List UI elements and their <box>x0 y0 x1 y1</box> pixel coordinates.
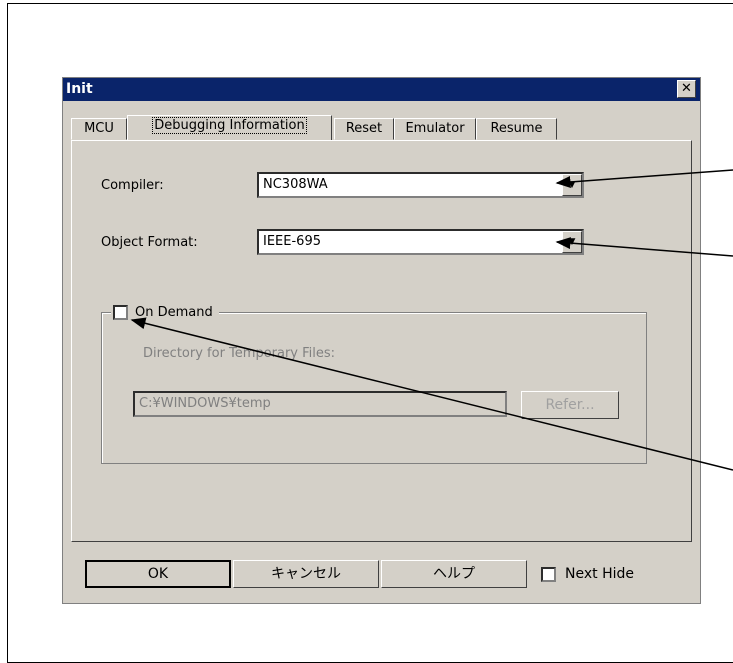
object-format-callout-arrow <box>555 237 733 257</box>
on-demand-callout-arrow <box>130 317 733 471</box>
compiler-callout-arrow <box>555 169 733 188</box>
tab-label: Debugging Information <box>152 117 307 134</box>
tab-debugging-information[interactable]: Debugging Information <box>127 115 332 140</box>
callout-arrows <box>130 169 733 471</box>
